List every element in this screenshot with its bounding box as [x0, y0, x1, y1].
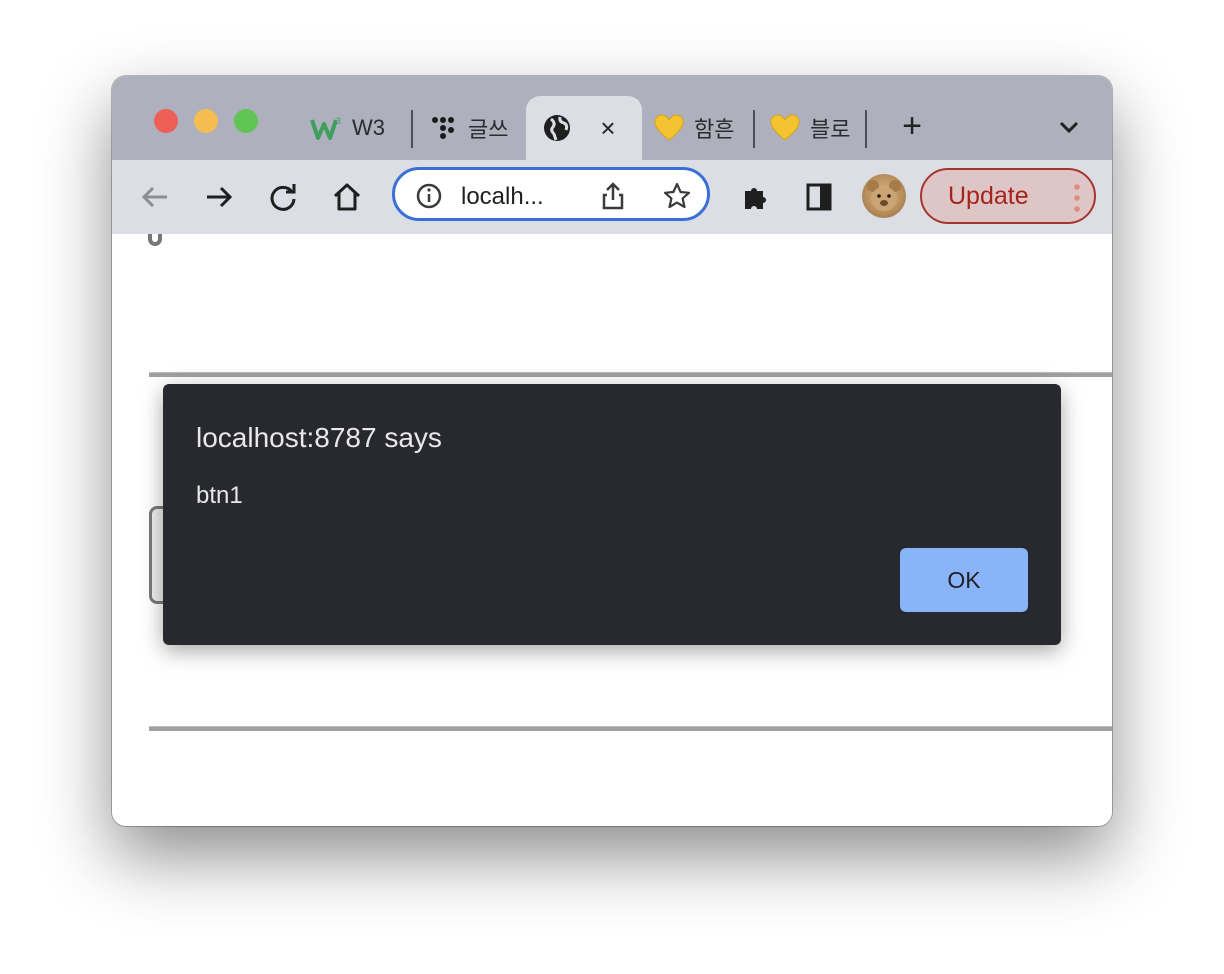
horizontal-rule [149, 372, 1112, 377]
window-minimize-button[interactable] [194, 109, 218, 133]
tistory-icon [426, 111, 460, 145]
globe-icon [540, 111, 574, 145]
home-icon[interactable] [328, 178, 366, 216]
svg-text:3: 3 [336, 116, 341, 126]
update-button[interactable]: Update [920, 168, 1096, 224]
address-bar[interactable]: localh... [392, 167, 710, 221]
tab-strip: 3 W3 글쓰 × 함흔 블로 + [112, 76, 1112, 160]
browser-window: 3 W3 글쓰 × 함흔 블로 + localh... Update local… [112, 76, 1112, 826]
side-panel-icon[interactable] [800, 178, 838, 216]
tab-title: 블로 [810, 117, 851, 142]
tab-separator [753, 110, 755, 148]
window-maximize-button[interactable] [234, 109, 258, 133]
bookmark-star-icon[interactable] [661, 180, 693, 212]
tab-localhost-active[interactable]: × [526, 96, 642, 160]
dialog-message: btn1 [196, 482, 243, 509]
tab-title: W3 [352, 115, 385, 140]
partial-heading-glyph [148, 234, 162, 246]
page-content: btn1 btn2 btn3 localhost:8787 says btn1 … [112, 234, 1112, 826]
yellow-heart-icon [652, 111, 686, 145]
browser-toolbar: localh... Update [112, 160, 1112, 235]
w3schools-icon: 3 [310, 111, 344, 145]
alert-dialog: localhost:8787 says btn1 OK [163, 384, 1061, 645]
tab-title: 함흔 [694, 117, 735, 142]
site-info-icon[interactable] [413, 180, 445, 212]
tab-heart-2[interactable]: 블로 [768, 96, 856, 160]
dialog-title: localhost:8787 says [196, 422, 442, 453]
address-url: localh... [461, 183, 544, 210]
tab-tistory[interactable]: 글쓰 [426, 96, 516, 160]
window-close-button[interactable] [154, 109, 178, 133]
back-arrow-icon[interactable] [136, 178, 174, 216]
ok-button[interactable]: OK [900, 548, 1028, 612]
new-tab-button[interactable]: + [894, 107, 930, 145]
yellow-heart-icon [768, 111, 802, 145]
profile-avatar[interactable] [862, 174, 906, 218]
tab-search-chevron-icon[interactable] [1054, 112, 1084, 142]
share-icon[interactable] [597, 180, 629, 212]
horizontal-rule [149, 726, 1112, 731]
update-label: Update [948, 181, 1029, 210]
forward-arrow-icon[interactable] [200, 178, 238, 216]
tab-title: 글쓰 [468, 117, 509, 142]
tab-close-button[interactable]: × [594, 113, 622, 143]
extensions-puzzle-icon[interactable] [736, 178, 774, 216]
reload-icon[interactable] [264, 178, 302, 216]
more-vertical-icon[interactable] [1074, 183, 1080, 213]
tab-heart-1[interactable]: 함흔 [652, 96, 742, 160]
tab-w3schools[interactable]: 3 W3 [310, 96, 402, 160]
tab-separator [865, 110, 867, 148]
tab-separator [411, 110, 413, 148]
